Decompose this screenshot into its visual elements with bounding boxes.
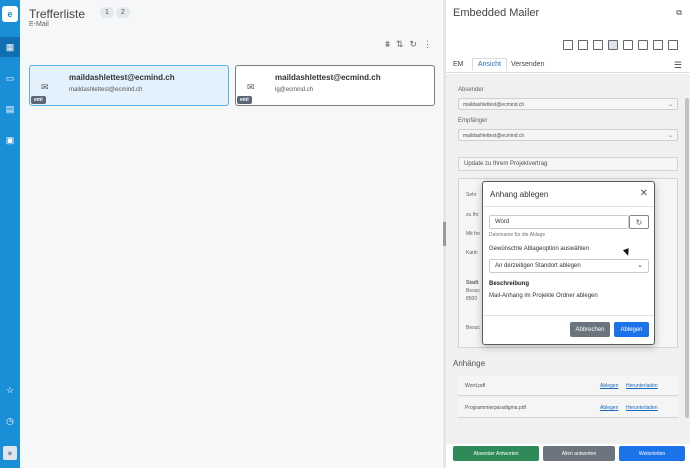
database-icon[interactable] (608, 40, 618, 50)
dialog-title: Anhang ablegen (490, 190, 549, 199)
refresh-icon[interactable]: ↻ (409, 39, 417, 50)
reply-button[interactable]: Absender Antworten (453, 446, 539, 461)
nav-star-icon[interactable]: ☆ (0, 380, 20, 400)
store-attachment-dialog: Anhang ablegen ✕ Word ↻ Dateiname für di… (482, 181, 655, 345)
filename-input[interactable]: Word (489, 215, 629, 229)
scrollbar-thumb[interactable] (685, 98, 689, 418)
nav-grid-icon[interactable]: ▦ (0, 37, 20, 57)
dialog-header: Anhang ablegen ✕ (483, 182, 654, 207)
list-toolbar: ⩩ ⇅ ↻ ⋮ (385, 39, 432, 50)
pdf-icon[interactable] (593, 40, 603, 50)
sort-icon[interactable]: ⇅ (396, 39, 404, 50)
confirm-store-button[interactable]: Ablegen (614, 322, 649, 337)
dialog-divider (483, 315, 654, 316)
storage-option-value: An derzeitigen Standort ablegen (495, 263, 581, 269)
car-icon[interactable] (653, 40, 663, 50)
card-subtitle: maildashlettest@ecmind.ch (69, 87, 143, 93)
tray-icon[interactable] (638, 40, 648, 50)
cancel-button[interactable]: Abbrechen (570, 322, 610, 337)
reset-filename-icon[interactable]: ↻ (629, 215, 649, 229)
option-label: Gewünschte Ablageoption auswählen (489, 246, 590, 252)
result-type-label: E-Mail (29, 21, 49, 28)
chevron-down-icon: ⌄ (637, 262, 643, 269)
result-card[interactable]: ✉ maildashlettest@ecmind.ch lg@ecmind.ch… (235, 65, 435, 106)
pagination: 1 2 (100, 7, 130, 18)
tab-ansicht[interactable]: Ansicht (472, 58, 507, 71)
tab-versenden[interactable]: Versenden (511, 61, 544, 68)
app-logo[interactable]: e (2, 6, 18, 22)
page-title: Trefferliste (29, 7, 86, 21)
page-2-button[interactable]: 2 (115, 7, 130, 18)
app-rail: e ▦ ▭ ▤ ▣ ☆ ◷ ● (0, 0, 20, 468)
description-text: Mail-Anhang im Projekte Ordner ablegen (489, 293, 598, 299)
nav-history-icon[interactable]: ◷ (0, 411, 20, 431)
archive-icon[interactable] (668, 40, 678, 50)
trefferliste-panel: Trefferliste 1 2 E-Mail ⩩ ⇅ ↻ ⋮ ✉ mailda… (20, 0, 442, 468)
file-icon[interactable] (563, 40, 573, 50)
doc-icon[interactable] (578, 40, 588, 50)
mailer-footer: Absender Antworten Allen antworten Weite… (453, 446, 685, 461)
save-icon[interactable] (623, 40, 633, 50)
card-subtitle: lg@ecmind.ch (275, 87, 314, 93)
expand-icon[interactable]: ⧉ (676, 8, 682, 18)
nav-inbox-icon[interactable]: ▤ (0, 99, 20, 119)
card-title: maildashlettest@ecmind.ch (275, 73, 381, 82)
nav-card-icon[interactable]: ▣ (0, 130, 20, 150)
file-type-badge: eml (237, 96, 252, 104)
storage-option-select[interactable]: An derzeitigen Standort ablegen ⌄ (489, 259, 649, 273)
avatar-icon: ● (7, 448, 13, 458)
description-heading: Beschreibung (489, 281, 530, 287)
avatar[interactable]: ● (3, 446, 17, 460)
envelope-icon: ✉ (41, 82, 49, 92)
tab-em[interactable]: EM (453, 61, 464, 68)
filename-hint: Dateiname für die Ablage (489, 232, 546, 238)
mailer-title: Embedded Mailer (453, 7, 540, 19)
envelope-icon: ✉ (247, 82, 255, 92)
filter-icon[interactable]: ⩩ (385, 39, 390, 50)
reply-all-button[interactable]: Allen antworten (543, 446, 615, 461)
result-card[interactable]: ✉ maildashlettest@ecmind.ch maildashlett… (29, 65, 229, 106)
close-icon[interactable]: ✕ (640, 188, 648, 199)
menu-icon[interactable]: ☰ (674, 60, 682, 71)
page-1-button[interactable]: 1 (100, 7, 114, 18)
file-type-badge: eml (31, 96, 46, 104)
nav-monitor-icon[interactable]: ▭ (0, 68, 20, 88)
more-icon[interactable]: ⋮ (423, 39, 432, 50)
mailer-toolbar (563, 40, 678, 50)
forward-button[interactable]: Weiterleiten (619, 446, 685, 461)
scrollbar[interactable] (684, 74, 690, 444)
card-title: maildashlettest@ecmind.ch (69, 73, 175, 82)
mailer-tabs: EM Ansicht Versenden ☰ (446, 58, 690, 73)
